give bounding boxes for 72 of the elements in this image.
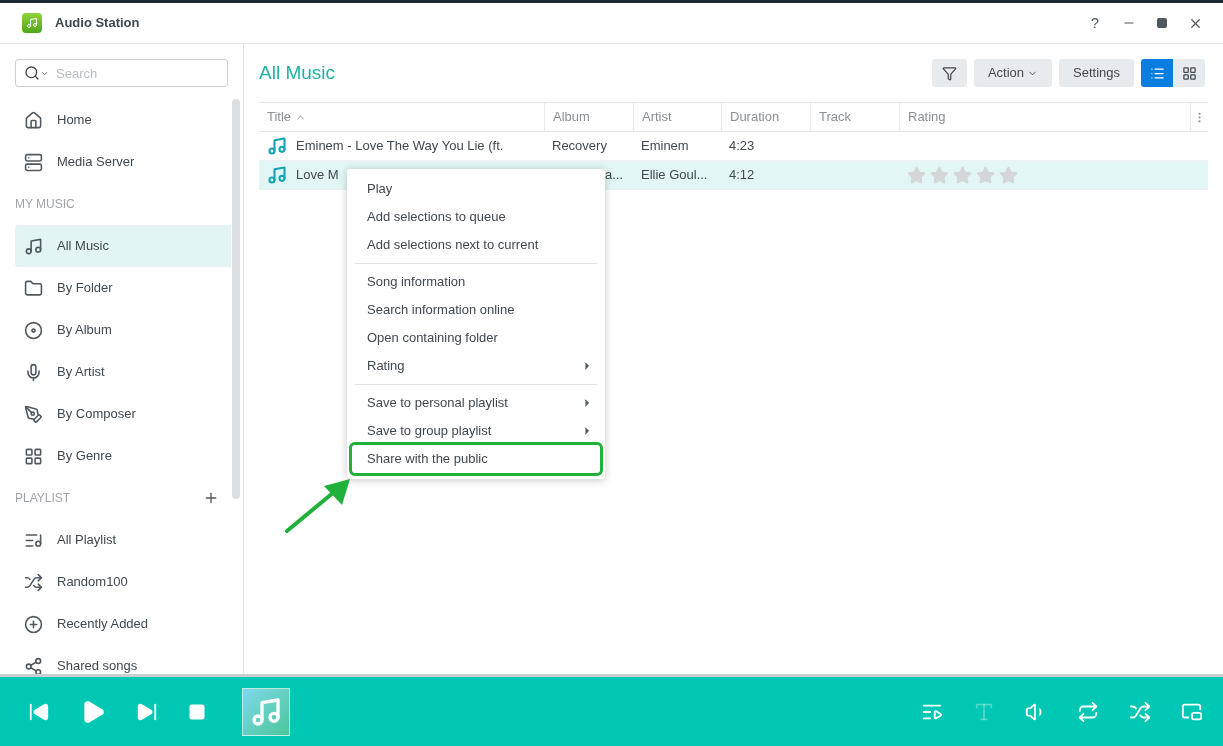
music-note-icon bbox=[267, 165, 287, 185]
table-cell-text: Love M bbox=[296, 166, 339, 185]
disc-icon bbox=[24, 320, 43, 340]
menu-item[interactable]: Rating bbox=[355, 352, 597, 380]
list-view-button[interactable] bbox=[1141, 59, 1173, 87]
star-icon bbox=[907, 165, 926, 185]
sidebar-item[interactable]: By Genre bbox=[15, 435, 231, 477]
section-heading: MY MUSIC bbox=[15, 196, 75, 213]
sidebar-item[interactable]: All Music bbox=[15, 225, 231, 267]
window-title: Audio Station bbox=[55, 14, 140, 33]
music-note-icon bbox=[24, 236, 43, 256]
sidebar-item[interactable]: By Composer bbox=[15, 393, 231, 435]
table-cell-text: 4:12 bbox=[729, 166, 755, 185]
menu-item[interactable]: Add selections to queue bbox=[355, 203, 597, 231]
table-cell-text: Ellie Goul... bbox=[641, 166, 708, 185]
scrollbar[interactable] bbox=[232, 99, 240, 499]
sidebar-item[interactable]: Shared songs bbox=[15, 645, 231, 674]
maximize-icon[interactable] bbox=[1156, 17, 1168, 29]
settings-button[interactable]: Settings bbox=[1059, 59, 1134, 87]
grid-icon bbox=[24, 446, 43, 466]
shuffle-icon bbox=[24, 572, 43, 592]
star-rating[interactable] bbox=[907, 165, 1018, 185]
sidebar-item[interactable]: Random100 bbox=[15, 561, 231, 603]
star-icon bbox=[930, 165, 949, 185]
sidebar-item[interactable]: By Folder bbox=[15, 267, 231, 309]
sidebar-item[interactable]: By Artist bbox=[15, 351, 231, 393]
table-cell-text: Recovery bbox=[552, 137, 607, 156]
help-button[interactable]: ? bbox=[1088, 11, 1102, 35]
folder-icon bbox=[24, 278, 43, 298]
music-note-icon bbox=[267, 136, 287, 156]
search-field[interactable]: Search bbox=[15, 59, 228, 87]
star-icon bbox=[999, 165, 1018, 185]
table-cell-text: a... bbox=[604, 166, 623, 185]
table-cell-text: 4:23 bbox=[729, 137, 755, 156]
menu-item[interactable]: Search information online bbox=[355, 296, 597, 324]
filter-button[interactable] bbox=[931, 59, 967, 87]
share-icon bbox=[24, 656, 43, 674]
table-cell-text: Eminem bbox=[641, 137, 689, 156]
stop-icon[interactable] bbox=[188, 702, 206, 721]
add-icon[interactable] bbox=[203, 490, 219, 506]
menu-item[interactable]: Share with the public bbox=[352, 445, 600, 473]
table-cell-text: Eminem - Love The Way You Lie (ft. bbox=[296, 137, 504, 156]
menu-item[interactable]: Save to group playlist bbox=[355, 417, 597, 445]
action-button[interactable]: Action bbox=[973, 59, 1052, 87]
sidebar-item[interactable]: By Album bbox=[15, 309, 231, 351]
sidebar-item[interactable]: Media Server bbox=[15, 141, 231, 183]
menu-item[interactable]: Song information bbox=[355, 268, 597, 296]
shuffle-icon[interactable] bbox=[1129, 700, 1151, 723]
server-icon bbox=[24, 152, 43, 172]
page-title: All Music bbox=[259, 60, 335, 85]
plus-circle-icon bbox=[24, 614, 43, 634]
menu-item[interactable]: Open containing folder bbox=[355, 324, 597, 352]
menu-item[interactable]: Add selections next to current bbox=[355, 231, 597, 259]
app-logo-icon bbox=[22, 13, 42, 33]
pen-icon bbox=[24, 404, 43, 424]
sidebar-item[interactable]: Recently Added bbox=[15, 603, 231, 645]
microphone-icon bbox=[24, 362, 43, 382]
filter-icon bbox=[941, 65, 957, 81]
list-icon bbox=[1149, 65, 1165, 81]
grid-view-button[interactable] bbox=[1173, 59, 1205, 87]
menu-item[interactable]: Save to personal playlist bbox=[355, 389, 597, 417]
section-heading: PLAYLIST bbox=[15, 490, 71, 507]
album-art-icon bbox=[242, 687, 290, 736]
repeat-icon[interactable] bbox=[1077, 700, 1099, 723]
star-icon bbox=[976, 165, 995, 185]
annotation-arrow bbox=[284, 476, 352, 534]
sidebar-item[interactable]: All Playlist bbox=[15, 519, 231, 561]
star-icon bbox=[953, 165, 972, 185]
home-icon bbox=[24, 110, 43, 130]
grid-icon bbox=[1181, 65, 1197, 81]
search-icon[interactable] bbox=[24, 65, 49, 81]
sidebar-item[interactable]: Home bbox=[15, 99, 231, 141]
